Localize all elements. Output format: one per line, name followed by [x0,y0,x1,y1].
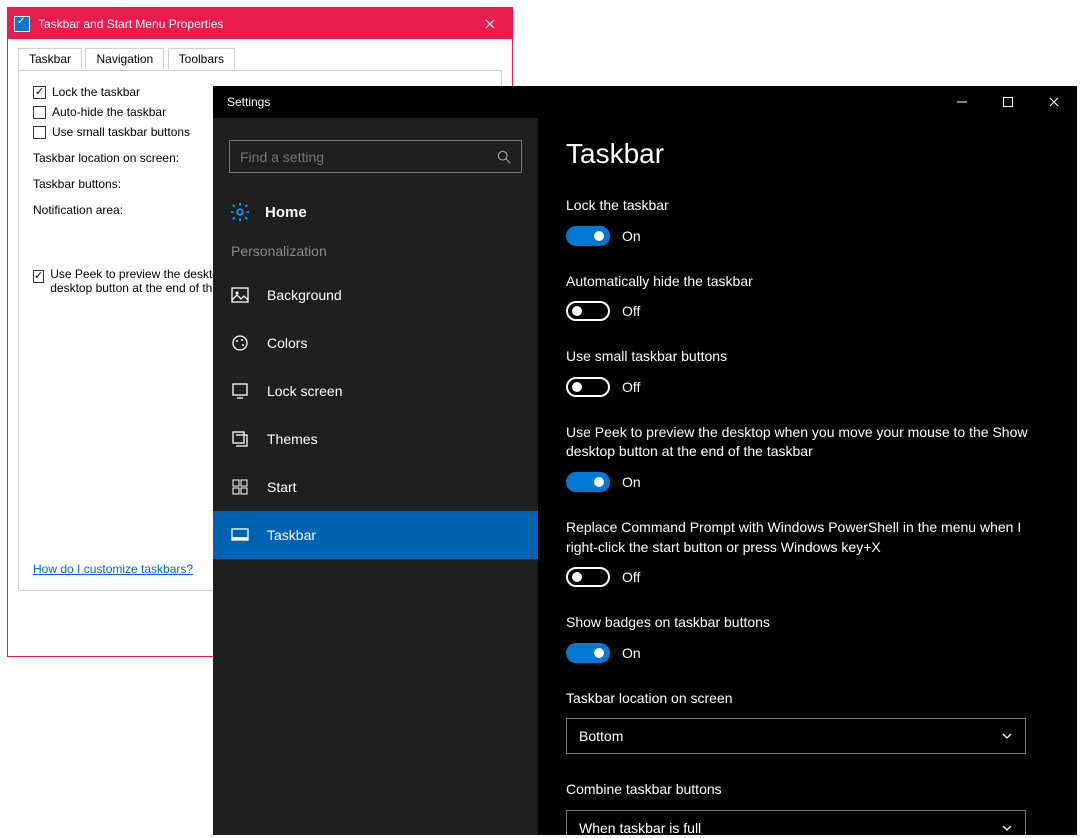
setting-label: Lock the taskbar [566,196,1049,216]
setting-label: Combine taskbar buttons [566,780,1049,800]
home-label: Home [265,204,307,221]
sidebar-item-background[interactable]: Background [213,271,538,319]
checkbox-label: Auto-hide the taskbar [52,105,166,119]
tab-strip: Taskbar Navigation Toolbars [18,47,502,71]
setting-label: Show badges on taskbar buttons [566,613,1049,633]
toggle-state: Off [622,379,640,395]
location-dropdown[interactable]: Bottom [566,718,1026,754]
setting-label: Use small taskbar buttons [566,347,1049,367]
sidebar-item-lock-screen[interactable]: Lock screen [213,367,538,415]
sidebar-item-label: Taskbar [267,527,316,543]
sidebar-item-themes[interactable]: Themes [213,415,538,463]
checkbox-label: Lock the taskbar [52,85,140,99]
toggle-state: Off [622,303,640,319]
settings-titlebar[interactable]: Settings [213,86,1077,118]
powershell-setting: Replace Command Prompt with Windows Powe… [566,518,1049,587]
combine-dropdown[interactable]: When taskbar is full [566,810,1026,835]
taskbar-icon [231,526,249,544]
checkbox-icon [33,106,46,119]
picture-icon [231,286,249,304]
checkbox-label: Use small taskbar buttons [52,125,190,139]
search-box[interactable] [229,140,522,173]
search-icon [497,150,511,164]
app-title: Settings [213,95,939,109]
setting-label: Use Peek to preview the desktop when you… [566,423,1049,462]
close-button[interactable] [1031,86,1077,118]
lock-screen-icon [231,382,249,400]
section-title: Personalization [213,243,538,271]
close-button[interactable] [467,8,512,39]
start-icon [231,478,249,496]
toggle-state: On [622,645,641,661]
lock-taskbar-setting: Lock the taskbar On [566,196,1049,246]
checkbox-icon [33,270,44,283]
badges-setting: Show badges on taskbar buttons On [566,613,1049,663]
window-title: Taskbar and Start Menu Properties [38,17,467,31]
toggle-state: On [622,228,641,244]
sidebar-item-label: Background [267,287,342,303]
checkbox-icon [33,126,46,139]
gear-icon [229,201,251,223]
peek-setting: Use Peek to preview the desktop when you… [566,423,1049,492]
home-link[interactable]: Home [213,195,538,243]
app-icon [14,16,30,32]
small-buttons-setting: Use small taskbar buttons Off [566,347,1049,397]
sidebar-item-label: Start [267,479,297,495]
help-link[interactable]: How do I customize taskbars? [33,562,193,576]
setting-label: Taskbar location on screen [566,689,1049,709]
tab-toolbars[interactable]: Toolbars [168,48,235,69]
chevron-down-icon [1001,730,1013,742]
dropdown-value: When taskbar is full [579,820,701,835]
sidebar-item-taskbar[interactable]: Taskbar [213,511,538,559]
checkbox-icon [33,86,46,99]
location-setting: Taskbar location on screen Bottom [566,689,1049,755]
maximize-button[interactable] [985,86,1031,118]
small-buttons-toggle[interactable] [566,377,610,397]
page-title: Taskbar [566,138,1049,170]
sidebar-item-label: Lock screen [267,383,342,399]
sidebar-item-colors[interactable]: Colors [213,319,538,367]
chevron-down-icon [1001,822,1013,834]
setting-label: Replace Command Prompt with Windows Powe… [566,518,1049,557]
settings-body: Home Personalization Background Colors L… [213,118,1077,835]
tab-taskbar[interactable]: Taskbar [18,48,82,70]
sidebar-item-label: Themes [267,431,318,447]
sidebar: Home Personalization Background Colors L… [213,118,538,835]
dropdown-value: Bottom [579,728,623,744]
badges-toggle[interactable] [566,643,610,663]
tab-navigation[interactable]: Navigation [85,48,164,69]
lock-taskbar-toggle[interactable] [566,226,610,246]
autohide-setting: Automatically hide the taskbar Off [566,272,1049,322]
palette-icon [231,334,249,352]
peek-toggle[interactable] [566,472,610,492]
combine-setting: Combine taskbar buttons When taskbar is … [566,780,1049,835]
toggle-state: On [622,474,641,490]
sidebar-item-start[interactable]: Start [213,463,538,511]
toggle-state: Off [622,569,640,585]
minimize-button[interactable] [939,86,985,118]
titlebar[interactable]: Taskbar and Start Menu Properties [8,8,512,39]
themes-icon [231,430,249,448]
powershell-toggle[interactable] [566,567,610,587]
sidebar-item-label: Colors [267,335,307,351]
search-input[interactable] [240,149,497,165]
settings-window: Settings Home Personalizatio [213,86,1077,835]
autohide-toggle[interactable] [566,301,610,321]
setting-label: Automatically hide the taskbar [566,272,1049,292]
content-pane: Taskbar Lock the taskbar On Automaticall… [538,118,1077,835]
